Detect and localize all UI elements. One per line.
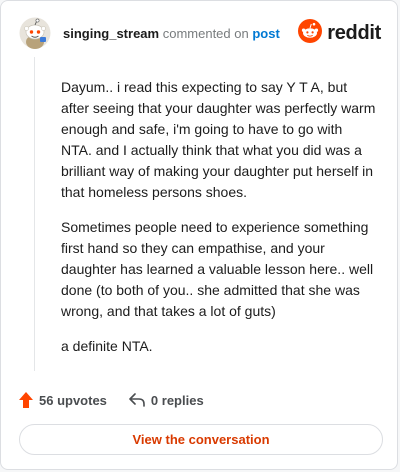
thread-line <box>34 57 35 371</box>
comment-actions: 56 upvotes 0 replies <box>19 389 204 411</box>
reddit-wordmark: reddit <box>327 21 381 44</box>
comment-action-text: commented on <box>162 26 249 41</box>
upvote-arrow-icon <box>19 392 33 408</box>
reddit-logo-icon <box>298 18 323 48</box>
comment-paragraph: Dayum.. i read this expecting to say Y T… <box>61 79 376 200</box>
username-link[interactable]: singing_stream <box>63 26 159 41</box>
comment-embed-card: singing_stream commented on post reddit <box>0 0 398 470</box>
post-link[interactable]: post <box>252 26 279 41</box>
comment-meta: singing_stream commented on post <box>63 26 280 42</box>
reddit-brand[interactable]: reddit <box>298 18 381 48</box>
comment-header: singing_stream commented on post reddit <box>19 17 381 51</box>
upvote-button[interactable]: 56 upvotes <box>19 392 107 408</box>
reply-arrow-icon <box>129 393 145 407</box>
replies-button[interactable]: 0 replies <box>129 393 204 408</box>
comment-body: Dayum.. i read this expecting to say Y T… <box>61 77 377 371</box>
user-avatar-icon[interactable] <box>19 17 51 49</box>
comment-paragraph: Sometimes people need to experience some… <box>61 219 374 319</box>
view-conversation-button[interactable]: View the conversation <box>19 424 383 455</box>
upvote-count: 56 upvotes <box>39 392 107 408</box>
comment-paragraph: a definite NTA. <box>61 338 153 354</box>
reply-count: 0 replies <box>150 392 204 408</box>
